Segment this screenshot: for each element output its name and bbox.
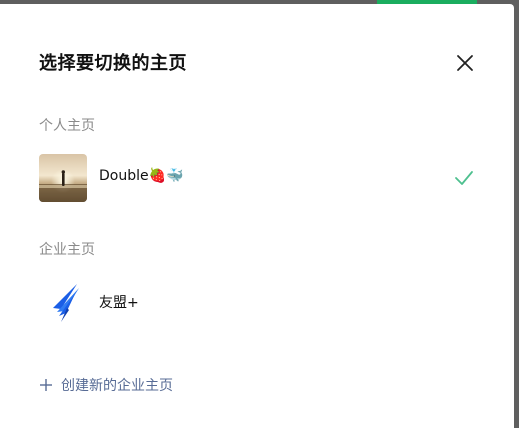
check-icon: [455, 171, 473, 185]
personal-avatar: [39, 154, 87, 202]
close-button[interactable]: [454, 52, 476, 74]
enterprise-avatar: [39, 278, 87, 326]
enterprise-account-row[interactable]: 友盟+: [39, 278, 479, 326]
enterprise-section-label: 企业主页: [39, 242, 95, 258]
swift-bird-logo: [39, 278, 87, 326]
enterprise-account-name: 友盟+: [99, 295, 139, 311]
create-enterprise-homepage-link[interactable]: 创建新的企业主页: [39, 374, 173, 396]
dialog-title: 选择要切换的主页: [39, 53, 187, 74]
personal-account-row[interactable]: Double🍓🐳: [39, 154, 479, 202]
plus-icon: [40, 379, 52, 391]
personal-section-label: 个人主页: [39, 118, 95, 134]
switch-homepage-dialog: 选择要切换的主页 个人主页 Double🍓🐳 企业主页 友盟+ 创建新的企业主页: [0, 4, 514, 428]
close-icon: [457, 55, 473, 71]
sunset-photo-avatar: [39, 154, 87, 202]
create-enterprise-label: 创建新的企业主页: [61, 378, 173, 394]
personal-account-name: Double🍓🐳: [99, 168, 184, 184]
